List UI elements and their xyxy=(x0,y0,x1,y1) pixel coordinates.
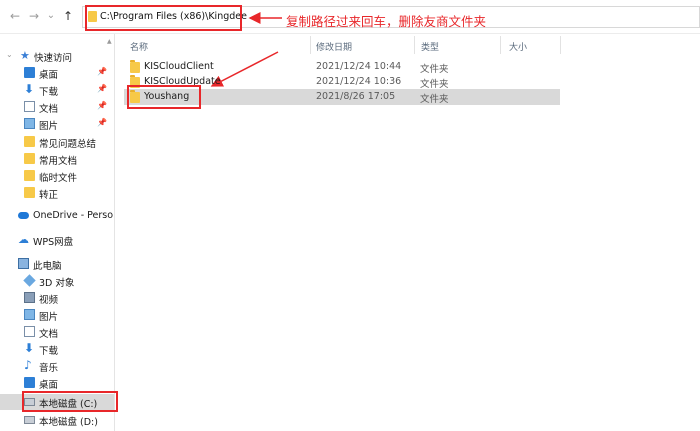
desktop-icon xyxy=(24,377,35,388)
folder-icon xyxy=(24,187,35,198)
document-icon xyxy=(24,101,35,112)
column-divider[interactable] xyxy=(560,36,561,54)
file-type: 文件夹 xyxy=(420,64,449,75)
sidebar-item-pictures[interactable]: 图片 📌 xyxy=(24,116,107,132)
file-date: 2021/8/26 17:05 xyxy=(316,91,396,102)
download-arrow-icon: ⬇ xyxy=(24,82,35,96)
folder-icon xyxy=(24,136,35,147)
sidebar-item-documents[interactable]: 文档 📌 xyxy=(24,99,107,115)
sidebar-label: 视频 xyxy=(39,295,59,306)
video-icon xyxy=(24,292,35,303)
pin-icon[interactable]: 📌 xyxy=(97,118,107,127)
file-type: 文件夹 xyxy=(420,94,449,105)
sidebar-label: 本地磁盘 (D:) xyxy=(39,417,98,428)
sidebar-item-downloads[interactable]: ⬇ 下载 📌 xyxy=(24,82,107,98)
chevron-down-icon[interactable]: ⌄ xyxy=(6,50,13,59)
computer-icon xyxy=(18,258,29,269)
sidebar-label: 快速访问 xyxy=(34,53,73,64)
sidebar-label: 此电脑 xyxy=(33,261,62,272)
column-divider[interactable] xyxy=(500,36,501,54)
folder-icon xyxy=(130,60,140,73)
folder-icon xyxy=(24,153,35,164)
column-divider[interactable] xyxy=(414,36,415,54)
sidebar-label: 3D 对象 xyxy=(39,278,75,289)
folder-icon xyxy=(24,170,35,181)
pane-divider xyxy=(114,34,115,431)
sidebar-label: 常见问题总结 xyxy=(39,139,97,150)
pin-icon[interactable]: 📌 xyxy=(97,67,107,76)
sidebar-label: 图片 xyxy=(39,121,59,132)
pin-icon[interactable]: 📌 xyxy=(97,101,107,110)
file-type: 文件夹 xyxy=(420,79,449,90)
sidebar-item-desktop[interactable]: 桌面 📌 xyxy=(24,65,107,81)
music-note-icon: ♪ xyxy=(24,358,32,372)
document-icon xyxy=(24,326,35,337)
sidebar-label: 文档 xyxy=(39,104,59,115)
wps-cloud-icon: ☁ xyxy=(18,233,29,246)
sidebar-label: 转正 xyxy=(39,190,59,201)
sidebar-label: WPS网盘 xyxy=(33,237,74,248)
column-divider[interactable] xyxy=(310,36,311,54)
scroll-up-icon[interactable]: ▲ xyxy=(107,38,112,45)
sidebar-label: 临时文件 xyxy=(39,173,78,184)
column-header-date[interactable]: 修改日期 xyxy=(316,40,352,53)
toolbar-divider xyxy=(0,33,700,34)
sidebar-label: 桌面 xyxy=(39,70,59,81)
column-header-type[interactable]: 类型 xyxy=(421,40,439,53)
youshang-highlight-box xyxy=(127,85,201,109)
file-date: 2021/12/24 10:44 xyxy=(316,61,402,72)
sidebar-label: 音乐 xyxy=(39,363,59,374)
drive-c-highlight-box xyxy=(22,391,118,412)
desktop-icon xyxy=(24,67,35,78)
hard-drive-icon xyxy=(24,416,35,424)
sidebar-label: 下载 xyxy=(39,87,59,98)
pin-icon[interactable]: 📌 xyxy=(97,84,107,93)
file-name: KISCloudClient xyxy=(144,61,214,72)
star-icon: ★ xyxy=(20,49,30,62)
cloud-icon xyxy=(18,212,29,219)
picture-icon xyxy=(24,118,35,129)
sidebar-label: 常用文档 xyxy=(39,156,78,167)
sidebar-label: 桌面 xyxy=(39,380,59,391)
sidebar-label: OneDrive - Perso xyxy=(33,210,114,221)
sidebar-label: 文档 xyxy=(39,329,59,340)
file-date: 2021/12/24 10:36 xyxy=(316,76,402,87)
sidebar-label: 下载 xyxy=(39,346,59,357)
download-arrow-icon: ⬇ xyxy=(24,341,35,355)
picture-icon xyxy=(24,309,35,320)
column-header-name[interactable]: 名称 xyxy=(130,40,148,53)
column-header-size[interactable]: 大小 xyxy=(509,40,527,53)
sidebar-label: 图片 xyxy=(39,312,59,323)
file-row[interactable]: KISCloudClient 2021/12/24 10:44 文件夹 xyxy=(124,59,560,75)
